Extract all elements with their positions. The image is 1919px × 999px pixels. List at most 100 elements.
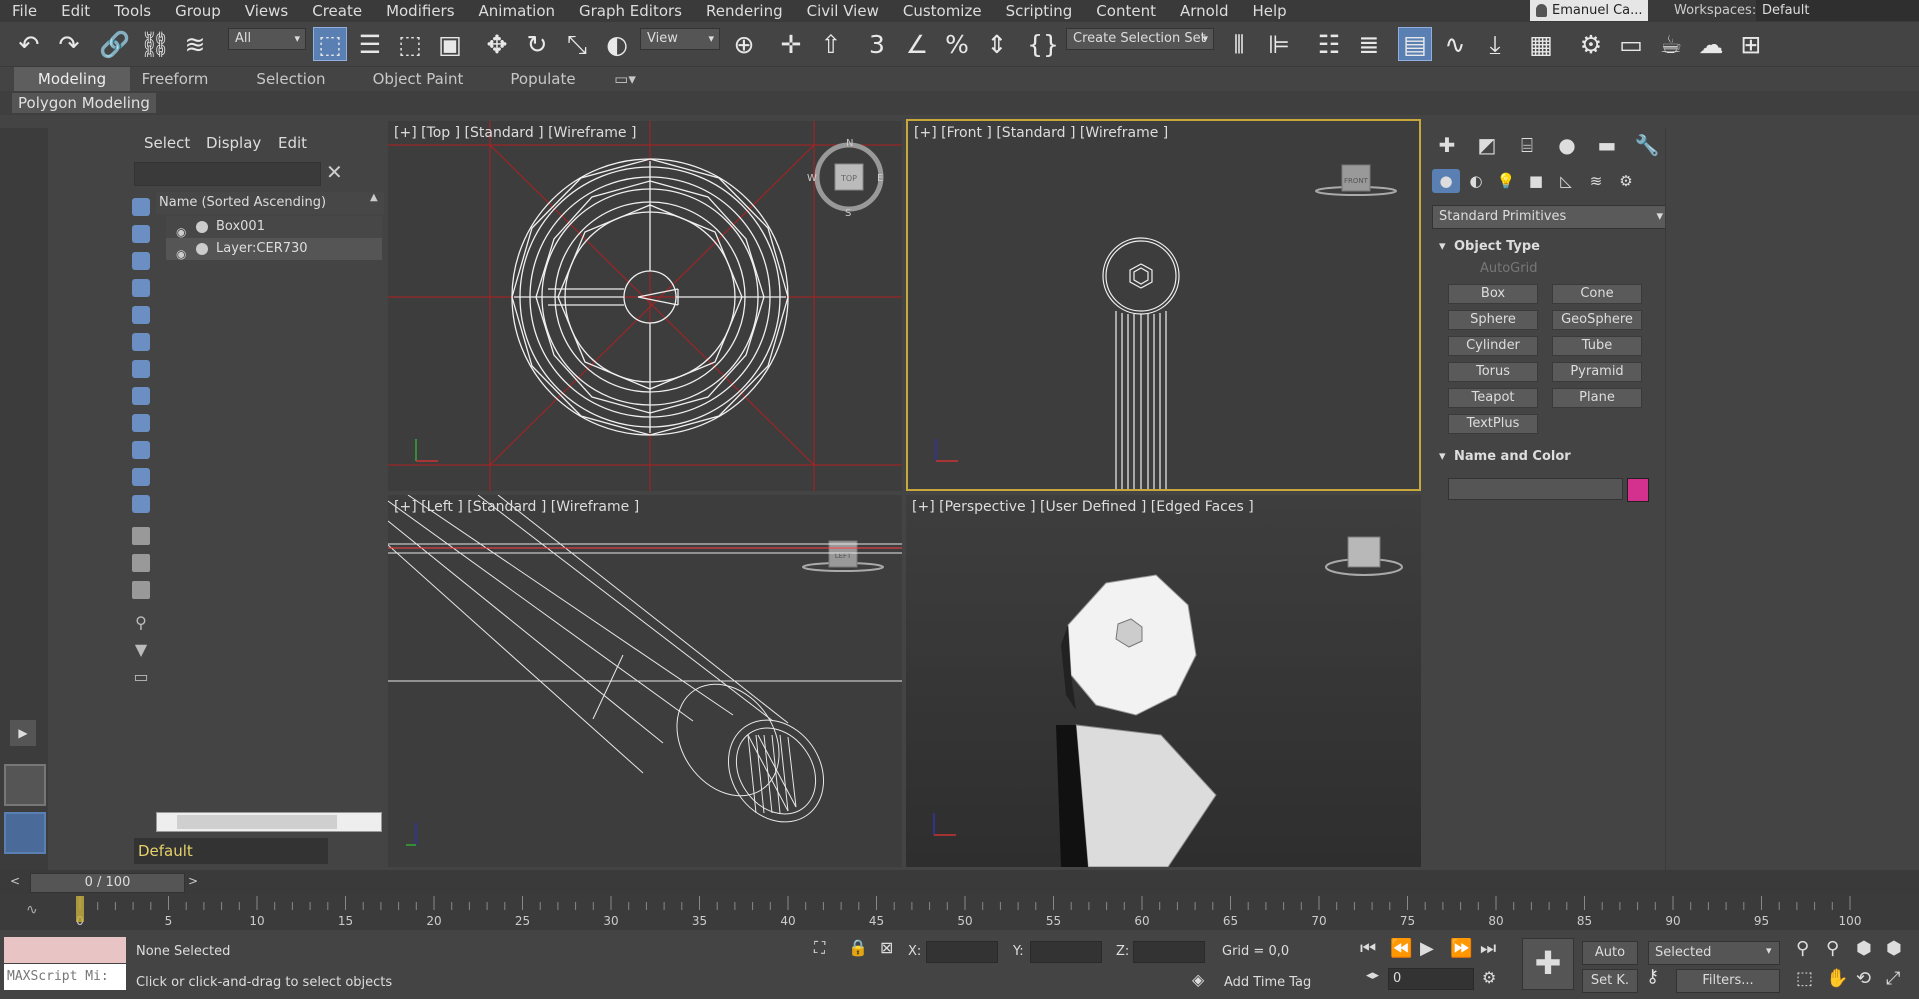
tab-freeform[interactable]: Freeform [130,67,220,91]
dope-sheet-icon[interactable]: ⤓ [1478,27,1512,61]
layer-explorer-icon[interactable]: ≣ [1352,27,1386,61]
go-to-end-icon[interactable]: ⏭ [1480,938,1496,959]
freeze-dot-icon[interactable] [196,221,208,233]
display-invert-icon[interactable] [128,577,154,603]
time-slider-thumb[interactable]: 0 / 100 [30,873,185,893]
menu-create[interactable]: Create [300,0,374,22]
curve-editor-mini-icon[interactable]: ∿ [26,902,38,918]
maxscript-mini-listener[interactable]: MAXScript Mi: [4,964,126,990]
viewport-label[interactable]: [+] [Front ] [Standard ] [Wireframe ] [914,125,1168,141]
scene-tab-select[interactable]: Select [144,134,190,152]
utilities-panel-icon[interactable]: 🔧 [1630,128,1664,162]
menu-customize[interactable]: Customize [891,0,994,22]
scene-search-input[interactable] [134,162,321,186]
select-manipulate-icon[interactable]: ✛ [774,27,808,61]
layout-quad-icon[interactable] [4,812,46,854]
link-icon[interactable]: 🔗 [98,27,132,61]
visibility-eye-icon[interactable]: ◉ [176,243,186,265]
maxscript-listener-output[interactable] [4,937,126,963]
move-icon[interactable]: ✥ [480,27,514,61]
menu-civil-view[interactable]: Civil View [795,0,891,22]
freeze-dot-icon[interactable] [196,243,208,255]
viewport-label[interactable]: [+] [Top ] [Standard ] [Wireframe ] [394,125,636,141]
filter-groups-icon[interactable] [128,356,154,382]
previous-frame-icon[interactable]: ⏪ [1390,938,1412,959]
geometry-icon[interactable]: ● [1432,169,1460,193]
layer-dropdown[interactable]: Default [134,838,328,864]
display-all-icon[interactable] [128,523,154,549]
menu-group[interactable]: Group [163,0,233,22]
zoom-all-icon[interactable]: ⚲ [1826,938,1839,959]
torus-button[interactable]: Torus [1448,362,1538,382]
cylinder-button[interactable]: Cylinder [1448,336,1538,356]
cone-button[interactable]: Cone [1552,284,1642,304]
viewport-label[interactable]: [+] [Left ] [Standard ] [Wireframe ] [394,499,639,515]
time-tag-icon[interactable]: ◈ [1192,970,1204,989]
window-crossing-icon[interactable]: ▣ [433,27,467,61]
unlink-icon[interactable]: ⛓ [138,27,172,61]
create-panel-icon[interactable]: ✚ [1430,128,1464,162]
scene-row-layer[interactable]: ◉ Layer:CER730 [166,238,382,261]
x-coordinate-field[interactable] [926,941,998,963]
current-frame-marker[interactable] [76,896,84,922]
render-shortcuts-icon[interactable]: ⊞ [1734,27,1768,61]
current-frame-field[interactable]: 0 [1388,968,1474,990]
align-icon[interactable]: ⊫ [1262,27,1296,61]
display-none-icon[interactable] [128,550,154,576]
container-icon[interactable]: ▭ [128,663,154,689]
tube-button[interactable]: Tube [1552,336,1642,356]
filter-icon[interactable]: ▼ [128,636,154,662]
pan-view-icon[interactable]: ✋ [1826,968,1848,989]
expand-arrow-icon[interactable]: ▶ [10,720,36,746]
menu-arnold[interactable]: Arnold [1168,0,1241,22]
menu-animation[interactable]: Animation [467,0,567,22]
filter-containers-icon[interactable] [128,437,154,463]
filter-cameras-icon[interactable] [128,275,154,301]
ribbon-toggle-icon[interactable]: ▤ [1398,27,1432,61]
name-column-header[interactable]: Name (Sorted Ascending) [156,192,384,214]
filter-shapes-icon[interactable] [128,221,154,247]
z-coordinate-field[interactable] [1133,941,1205,963]
zoom-extents-all-icon[interactable]: ⬢ [1886,938,1902,959]
plane-button[interactable]: Plane [1552,388,1642,408]
menu-rendering[interactable]: Rendering [694,0,795,22]
scene-horizontal-scrollbar[interactable] [156,812,382,832]
select-by-name-icon[interactable]: ☰ [353,27,387,61]
reference-coordinate-dropdown[interactable]: View [640,28,720,50]
object-color-swatch[interactable] [1627,478,1649,502]
curve-editor-icon[interactable]: ∿ [1438,27,1472,61]
rotate-icon[interactable]: ↻ [520,27,554,61]
absolute-mode-icon[interactable]: ⊠ [880,938,893,957]
systems-icon[interactable]: ⚙ [1612,169,1640,193]
viewport-label[interactable]: [+] [Perspective ] [User Defined ] [Edge… [912,499,1254,515]
hierarchy-panel-icon[interactable]: ⌸ [1510,128,1544,162]
set-key-button[interactable]: Set K. [1582,969,1638,993]
workspace-dropdown[interactable]: Default [1756,0,1919,21]
edit-named-selection-icon[interactable]: {} [1026,27,1060,61]
track-bar[interactable]: 0510152025303540455055606570758085909510… [0,894,1919,930]
select-object-icon[interactable]: ⬚ [313,27,347,61]
render-cloud-icon[interactable]: ☁ [1694,27,1728,61]
next-frame-icon[interactable]: ⏩ [1450,938,1472,959]
viewport-perspective[interactable]: [+] [Perspective ] [User Defined ] [Edge… [906,495,1421,867]
key-filter-dropdown[interactable]: Selected [1648,941,1780,965]
go-to-start-icon[interactable]: ⏮ [1360,938,1376,959]
set-key-big-icon[interactable]: ✚ [1522,938,1574,990]
time-configuration-icon[interactable]: ⚙ [1482,968,1496,987]
scene-tab-edit[interactable]: Edit [278,134,307,152]
keyboard-shortcut-override-icon[interactable]: ⇧ [814,27,848,61]
viewport-left[interactable]: [+] [Left ] [Standard ] [Wireframe ] LEF… [388,495,902,867]
isolate-selection-icon[interactable]: ⛶ [814,938,825,958]
menu-graph-editors[interactable]: Graph Editors [567,0,694,22]
menu-scripting[interactable]: Scripting [994,0,1085,22]
polygon-modeling-panel[interactable]: Polygon Modeling [12,93,156,113]
ribbon-options-icon[interactable]: ▭▾ [610,67,640,91]
viewport-front[interactable]: [+] [Front ] [Standard ] [Wireframe ] FR… [906,119,1421,491]
filter-bones-icon[interactable] [128,410,154,436]
percent-snap-icon[interactable]: % [940,27,974,61]
selection-lock-icon[interactable]: 🔒 [848,938,868,957]
named-selection-set-dropdown[interactable]: Create Selection Set [1066,28,1214,50]
scene-explorer-toggle-icon[interactable]: ☷ [1312,27,1346,61]
y-coordinate-field[interactable] [1030,941,1102,963]
orbit-icon[interactable]: ⟲ [1856,968,1871,989]
